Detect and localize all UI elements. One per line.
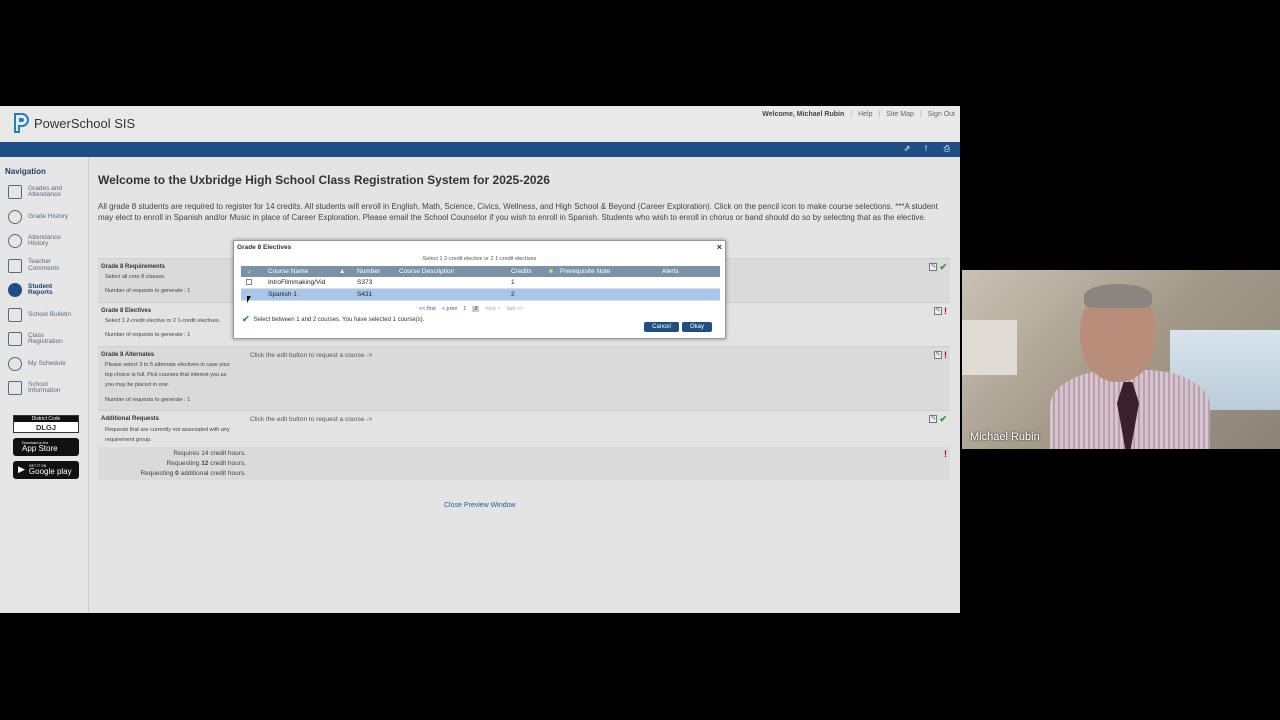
sidebar-item-student-reports[interactable]: Student Reports xyxy=(0,278,88,303)
table-header: ✔ Course Name ▲ Number Course Descriptio… xyxy=(241,266,720,277)
requirement-additional-requests: Additional Requests Click the edit butto… xyxy=(98,410,950,447)
alert-icon[interactable]: ! xyxy=(921,144,931,154)
school-bulletin-icon xyxy=(8,307,22,322)
sidebar: Navigation Grades and Attendance Grade Hi… xyxy=(0,157,89,613)
pagination: << first < prev 1 2 next > last >> xyxy=(419,306,523,312)
site-map-link[interactable]: Site Map xyxy=(886,111,914,118)
print-icon[interactable]: ⎙ xyxy=(942,144,952,154)
row-checkbox[interactable] xyxy=(246,279,252,285)
selection-status: ✔ Select between 1 and 2 courses. You ha… xyxy=(242,314,425,324)
toolbar: ⇗ ! ⎙ xyxy=(0,142,960,157)
table-row[interactable]: IntroFilmmaking/Vid S373 1 xyxy=(241,277,720,289)
close-icon[interactable]: × xyxy=(717,242,722,252)
close-preview-link[interactable]: Close Preview Window xyxy=(444,502,516,509)
google-play-icon: ▶ xyxy=(18,464,25,474)
next-page-link: next > xyxy=(485,306,501,312)
page-2-current: 2 xyxy=(472,306,480,312)
pencil-edit-icon[interactable]: ✎ xyxy=(934,351,942,359)
google-play-button[interactable]: ▶ GET IT ON Google play xyxy=(13,460,79,479)
table-row[interactable]: Spanish 1 S431 2 xyxy=(241,289,720,301)
first-page-link[interactable]: << first xyxy=(419,306,436,312)
participant-video: Michael Rubin xyxy=(962,270,1280,449)
requirement-grade8-alternates: Grade 8 Alternates Click the edit button… xyxy=(98,346,950,410)
student-reports-icon xyxy=(8,283,22,298)
participant-name: Michael Rubin xyxy=(970,431,1040,443)
warning-icon: ! xyxy=(944,449,947,459)
col-description[interactable]: Course Description xyxy=(399,268,454,275)
class-registration-icon xyxy=(8,332,22,347)
header-bar: PowerSchool SIS Welcome, Michael Rubin |… xyxy=(0,106,960,142)
help-link[interactable]: Help xyxy=(858,111,872,118)
dialog-subtitle: Select 1 2-credit elective or 2 1-credit… xyxy=(422,256,537,262)
okay-button[interactable]: Okay xyxy=(682,322,712,332)
pencil-edit-icon[interactable]: ✎ xyxy=(934,307,942,315)
note-icon: ■ xyxy=(549,268,553,275)
app-store-button[interactable]: Download on the App Store xyxy=(13,437,79,456)
col-prereq[interactable]: Prerequisite Note xyxy=(560,268,610,275)
nav-title: Navigation xyxy=(5,167,46,176)
course-table: ✔ Course Name ▲ Number Course Descriptio… xyxy=(241,266,720,301)
pencil-edit-icon[interactable]: ✎ xyxy=(929,415,938,423)
sidebar-item-grades[interactable]: Grades and Attendance xyxy=(0,180,88,205)
sort-ascending-icon: ▲ xyxy=(339,268,346,275)
main-content: Welcome to the Uxbridge High School Clas… xyxy=(90,157,960,613)
powerschool-logo[interactable]: PowerSchool SIS xyxy=(12,112,135,134)
dialog-title: Grade 8 Electives xyxy=(237,244,292,251)
last-page-link: last >> xyxy=(506,306,524,312)
participant-hair xyxy=(1084,284,1152,308)
prev-page-link[interactable]: < prev xyxy=(442,306,457,312)
page-1-link[interactable]: 1 xyxy=(463,306,466,312)
sidebar-item-grade-history[interactable]: Grade History xyxy=(0,205,88,230)
my-schedule-icon xyxy=(8,356,22,371)
page-title: Welcome to the Uxbridge High School Clas… xyxy=(98,173,550,187)
school-information-icon xyxy=(8,381,22,396)
district-code-badge: District Code DLGJ xyxy=(13,414,79,433)
intro-text: All grade 8 students are required to reg… xyxy=(98,202,938,222)
pencil-edit-icon[interactable]: ✎ xyxy=(929,263,938,271)
col-number[interactable]: Number xyxy=(357,268,380,275)
sidebar-item-school-information[interactable]: School Information xyxy=(0,376,88,401)
wall-sign xyxy=(962,320,1017,375)
app-name: PowerSchool SIS xyxy=(34,115,136,131)
sidebar-item-attendance-history[interactable]: Attendance History xyxy=(0,229,88,254)
col-credits[interactable]: Credits xyxy=(511,268,532,275)
grades-icon xyxy=(8,185,22,200)
screen-share: PowerSchool SIS Welcome, Michael Rubin |… xyxy=(0,106,960,613)
sidebar-item-class-registration[interactable]: Class Registration xyxy=(0,327,88,352)
col-alerts[interactable]: Alerts xyxy=(662,268,679,275)
external-link-icon[interactable]: ⇗ xyxy=(902,144,912,154)
warning-icon: ! xyxy=(944,306,947,316)
credit-summary: Requires 14 credit hours. Requesting 12 … xyxy=(98,447,950,480)
teacher-comments-icon xyxy=(8,258,22,273)
check-icon: ✔ xyxy=(939,262,947,272)
sidebar-item-school-bulletin[interactable]: School Bulletin xyxy=(0,303,88,328)
mouse-cursor xyxy=(247,296,251,303)
sign-out-link[interactable]: Sign Out xyxy=(928,111,955,118)
check-icon: ✔ xyxy=(939,414,947,424)
cancel-button[interactable]: Cancel xyxy=(644,322,679,332)
attendance-history-icon xyxy=(8,234,22,249)
electives-dialog: Grade 8 Electives × Select 1 2-credit el… xyxy=(233,240,726,339)
sidebar-item-my-schedule[interactable]: My Schedule xyxy=(0,352,88,377)
powerschool-logo-icon xyxy=(12,112,30,134)
grade-history-icon xyxy=(8,209,22,224)
warning-icon: ! xyxy=(944,350,947,360)
welcome-text: Welcome, Michael Rubin xyxy=(762,111,845,118)
top-links: Welcome, Michael Rubin | Help | Site Map… xyxy=(762,111,955,118)
sidebar-item-teacher-comments[interactable]: Teacher Comments xyxy=(0,254,88,279)
check-icon: ✔ xyxy=(242,314,250,324)
select-all-check-icon[interactable]: ✔ xyxy=(247,268,252,276)
col-course-name[interactable]: Course Name xyxy=(268,268,308,275)
